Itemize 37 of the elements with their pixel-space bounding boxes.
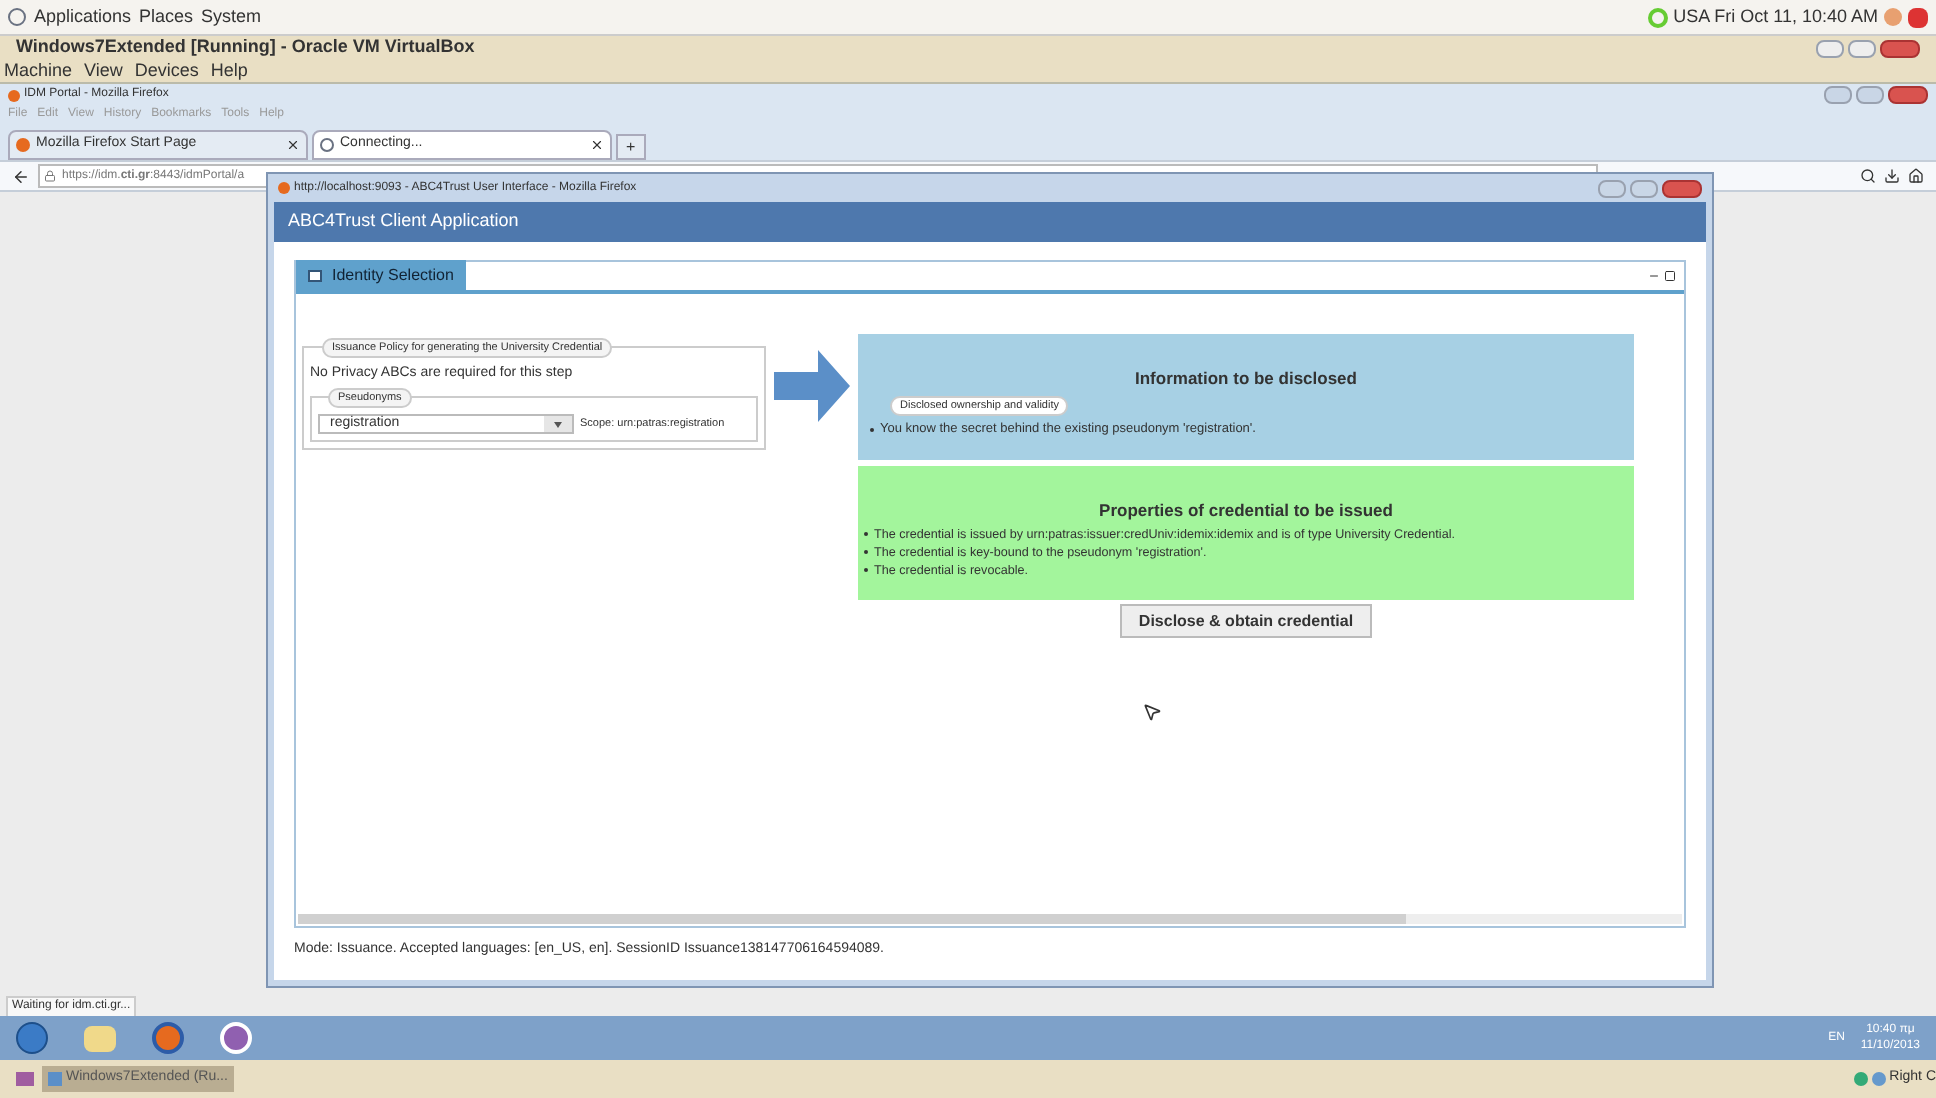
new-tab-button[interactable]: + xyxy=(616,134,646,160)
panel-menu[interactable]: Applications xyxy=(34,3,132,31)
close-icon[interactable] xyxy=(286,138,300,152)
disclose-button[interactable]: Disclose & obtain credential xyxy=(1120,604,1372,638)
window-icon xyxy=(308,269,322,281)
panel-tab[interactable]: Identity Selection xyxy=(296,260,466,290)
panel-heading: Properties of credential to be issued xyxy=(1097,498,1395,524)
panel-menu[interactable]: Places xyxy=(139,3,194,31)
back-icon[interactable] xyxy=(12,167,30,185)
app-header: ABC4Trust Client Application xyxy=(274,202,1706,242)
mouse-cursor-icon xyxy=(1142,702,1162,722)
panel-menu[interactable]: System xyxy=(201,3,262,31)
download-icon[interactable] xyxy=(1884,168,1900,184)
menu-item[interactable]: Help xyxy=(210,57,248,85)
search-icon[interactable] xyxy=(1860,168,1876,184)
menu-item[interactable]: View xyxy=(84,57,123,85)
loading-icon xyxy=(320,138,334,152)
menu-item[interactable]: Devices xyxy=(134,57,199,85)
caret-icon xyxy=(544,416,572,432)
maximize-icon[interactable] xyxy=(1664,270,1676,282)
home-icon[interactable] xyxy=(1908,168,1924,184)
horizontal-scrollbar[interactable] xyxy=(298,913,1682,923)
close-icon[interactable] xyxy=(590,138,604,152)
network-icon xyxy=(1647,7,1668,27)
panel-heading: Information to be disclosed xyxy=(1133,366,1359,392)
start-orb-icon[interactable] xyxy=(16,1022,48,1054)
close-button[interactable] xyxy=(1880,39,1920,57)
close-button[interactable] xyxy=(1888,86,1928,104)
arrow-icon xyxy=(774,350,850,422)
minimize-icon[interactable] xyxy=(1648,270,1660,282)
panel-clock[interactable]: USA Fri Oct 11, 10:40 AM xyxy=(1673,3,1878,31)
close-button[interactable] xyxy=(1662,179,1702,197)
window-title: Windows7Extended [Running] - Oracle VM VirtualBox xyxy=(16,34,475,61)
maximize-button[interactable] xyxy=(1848,39,1876,57)
lock-icon xyxy=(44,170,56,182)
minimize-button[interactable] xyxy=(1816,39,1844,57)
menu-item[interactable]: Machine xyxy=(4,57,73,85)
